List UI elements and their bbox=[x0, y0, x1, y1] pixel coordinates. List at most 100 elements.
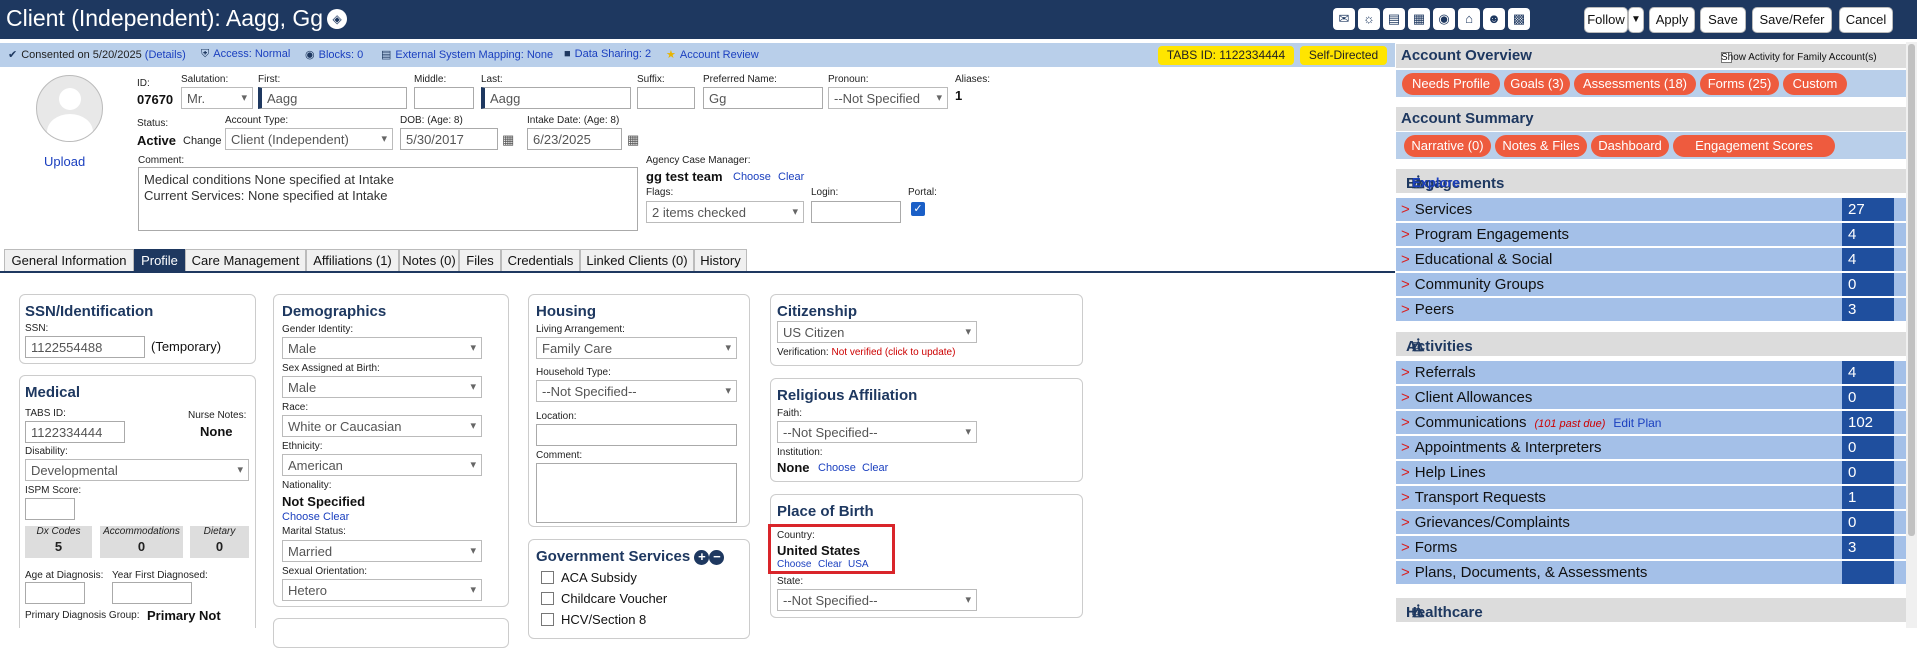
activities-row[interactable]: > Communications (101 past due) Edit Plan 10… bbox=[1396, 411, 1906, 434]
dashboard-button[interactable]: Dashboard bbox=[1591, 135, 1669, 157]
activities-row[interactable]: > Appointments & Interpreters 0 bbox=[1396, 436, 1906, 459]
country-usa-link[interactable]: USA bbox=[848, 559, 869, 570]
camera-icon[interactable]: ◉ bbox=[1433, 8, 1455, 30]
engagements-row-label[interactable]: > Services bbox=[1401, 201, 1472, 218]
ispm-input[interactable] bbox=[25, 498, 75, 520]
nationality-clear-link[interactable]: Clear bbox=[323, 511, 349, 523]
nationality-choose-link[interactable]: Choose bbox=[282, 511, 320, 523]
details-link[interactable]: (Details) bbox=[145, 49, 186, 61]
childcare-voucher-checkbox[interactable] bbox=[541, 592, 554, 605]
engagements-row[interactable]: > Peers 3 bbox=[1396, 298, 1906, 321]
engagements-row[interactable]: > Community Groups 0 bbox=[1396, 273, 1906, 296]
institution-clear-link[interactable]: Clear bbox=[862, 462, 888, 474]
case-manager-clear-link[interactable]: Clear bbox=[778, 171, 804, 183]
show-activity-toggle[interactable]: Show Activity for Family Account(s) bbox=[1716, 49, 1877, 63]
activities-row-label[interactable]: > Client Allowances bbox=[1401, 389, 1532, 406]
engagements-row-label[interactable]: > Community Groups bbox=[1401, 276, 1544, 293]
suffix-input[interactable] bbox=[637, 87, 695, 109]
review-info[interactable]: ★ Account Review bbox=[666, 48, 759, 61]
age-at-diagnosis-input[interactable] bbox=[25, 582, 85, 604]
marital-select[interactable]: Married bbox=[282, 540, 482, 562]
aliases-count[interactable]: 1 bbox=[955, 88, 962, 103]
chevron-right-icon[interactable]: > bbox=[1401, 301, 1410, 318]
engagements-row[interactable]: > Program Engagements 4 bbox=[1396, 223, 1906, 246]
user-icon[interactable]: ☻ bbox=[1483, 8, 1505, 30]
grid-icon[interactable]: ▩ bbox=[1508, 8, 1530, 30]
chevron-right-icon[interactable]: > bbox=[1401, 539, 1410, 556]
country-clear-link[interactable]: Clear bbox=[818, 559, 842, 570]
mapping-info[interactable]: ▤ External System Mapping: None bbox=[381, 48, 553, 61]
chevron-right-icon[interactable]: > bbox=[1401, 389, 1410, 406]
narrative-button[interactable]: Narrative (0) bbox=[1404, 135, 1491, 157]
housing-comment-textarea[interactable] bbox=[536, 463, 737, 523]
chevron-right-icon[interactable]: > bbox=[1401, 414, 1410, 431]
explore-link[interactable]: Explore bbox=[1412, 175, 1460, 190]
preferred-name-input[interactable]: Gg bbox=[703, 87, 823, 109]
chevron-right-icon[interactable]: > bbox=[1401, 439, 1410, 456]
accommodations-box[interactable]: Accommodations 0 bbox=[100, 526, 183, 558]
salutation-select[interactable]: Mr. bbox=[181, 87, 253, 109]
flags-select[interactable]: 2 items checked bbox=[646, 201, 804, 223]
first-name-input[interactable]: Aagg bbox=[258, 87, 407, 109]
forms-button[interactable]: Forms (25) bbox=[1700, 73, 1779, 95]
sex-select[interactable]: Male bbox=[282, 376, 482, 398]
tab-files[interactable]: Files bbox=[459, 249, 501, 272]
activities-row-label[interactable]: > Transport Requests bbox=[1401, 489, 1546, 506]
chevron-right-icon[interactable]: > bbox=[1401, 464, 1410, 481]
edit-plan-link[interactable]: Edit Plan bbox=[1613, 416, 1661, 430]
chat-icon[interactable]: ☼ bbox=[1358, 8, 1380, 30]
notes-files-button[interactable]: Notes & Files bbox=[1495, 135, 1587, 157]
cancel-button[interactable]: Cancel bbox=[1839, 7, 1893, 33]
custom-button[interactable]: Custom bbox=[1783, 73, 1847, 95]
tab-general-information[interactable]: General Information bbox=[4, 249, 134, 272]
calendar-icon[interactable]: ▦ bbox=[502, 132, 514, 148]
calendar-icon[interactable]: ▦ bbox=[627, 132, 639, 148]
follow-button[interactable]: Follow bbox=[1584, 7, 1628, 33]
activities-row[interactable]: > Plans, Documents, & Assessments bbox=[1396, 561, 1906, 584]
living-arrangement-select[interactable]: Family Care bbox=[536, 337, 737, 359]
sharing-info[interactable]: ■ Data Sharing: 2 bbox=[564, 48, 651, 60]
state-select[interactable]: --Not Specified-- bbox=[777, 589, 977, 611]
activities-row-label[interactable]: > Communications (101 past due) Edit Plan bbox=[1401, 414, 1661, 431]
assessments-button[interactable]: Assessments (18) bbox=[1574, 73, 1696, 95]
tab-notes[interactable]: Notes (0) bbox=[399, 249, 459, 272]
race-select[interactable]: White or Caucasian bbox=[282, 415, 482, 437]
engagements-row[interactable]: > Educational & Social 4 bbox=[1396, 248, 1906, 271]
tab-care-management[interactable]: Care Management bbox=[185, 249, 306, 272]
activities-row[interactable]: > Transport Requests 1 bbox=[1396, 486, 1906, 509]
id-card-icon[interactable]: ▤ bbox=[1383, 8, 1405, 30]
chevron-right-icon[interactable]: > bbox=[1401, 251, 1410, 268]
access-info[interactable]: ⛨ Access: Normal bbox=[201, 48, 290, 61]
change-status-link[interactable]: Change bbox=[183, 135, 222, 147]
activities-row-label[interactable]: > Appointments & Interpreters bbox=[1401, 439, 1602, 456]
engagements-row-label[interactable]: > Educational & Social bbox=[1401, 251, 1552, 268]
activities-row[interactable]: > Referrals 4 bbox=[1396, 361, 1906, 384]
portal-checkbox[interactable]: ✓ bbox=[911, 202, 925, 216]
institution-choose-link[interactable]: Choose bbox=[818, 462, 856, 474]
scrollbar[interactable] bbox=[1906, 42, 1917, 628]
activities-row[interactable]: > Forms 3 bbox=[1396, 536, 1906, 559]
activities-row[interactable]: > Help Lines 0 bbox=[1396, 461, 1906, 484]
tab-profile[interactable]: Profile bbox=[134, 249, 185, 272]
save-button[interactable]: Save bbox=[1700, 7, 1746, 33]
activities-row-label[interactable]: > Plans, Documents, & Assessments bbox=[1401, 564, 1647, 581]
pronoun-select[interactable]: --Not Specified bbox=[828, 87, 948, 109]
citizenship-select[interactable]: US Citizen bbox=[777, 321, 977, 343]
account-type-select[interactable]: Client (Independent) bbox=[225, 128, 393, 150]
activities-row-label[interactable]: > Referrals bbox=[1401, 364, 1476, 381]
chevron-right-icon[interactable]: > bbox=[1401, 489, 1410, 506]
ethnicity-select[interactable]: American bbox=[282, 454, 482, 476]
intake-date-input[interactable]: 6/23/2025 bbox=[527, 128, 622, 150]
engagements-row[interactable]: > Services 27 bbox=[1396, 198, 1906, 221]
activities-row[interactable]: > Grievances/Complaints 0 bbox=[1396, 511, 1906, 534]
middle-name-input[interactable] bbox=[414, 87, 474, 109]
gender-select[interactable]: Male bbox=[282, 337, 482, 359]
disability-select[interactable]: Developmental bbox=[25, 459, 249, 481]
tab-history[interactable]: History bbox=[694, 249, 747, 272]
upload-link[interactable]: Upload bbox=[44, 154, 85, 169]
case-manager-choose-link[interactable]: Choose bbox=[733, 171, 771, 183]
engagements-row-label[interactable]: > Peers bbox=[1401, 301, 1454, 318]
year-diagnosed-input[interactable] bbox=[112, 582, 192, 604]
dx-codes-box[interactable]: Dx Codes 5 bbox=[25, 526, 92, 558]
chevron-right-icon[interactable]: > bbox=[1401, 364, 1410, 381]
